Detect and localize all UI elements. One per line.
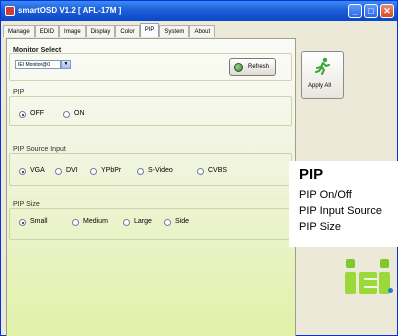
pip-on-radio[interactable] xyxy=(63,111,70,118)
source-cvbs-label: CVBS xyxy=(208,167,228,174)
source-dvi-label: DVI xyxy=(66,167,78,174)
monitor-select-dropdown[interactable]: IEI Monitor@0 xyxy=(15,60,61,69)
pip-size-group-title: PIP Size xyxy=(13,201,40,208)
minimize-icon[interactable]: _ xyxy=(348,4,362,18)
refresh-label: Refresh xyxy=(248,64,270,70)
window-title: smartOSD V1.2 [ AFL-17M ] xyxy=(18,6,122,15)
pip-group xyxy=(9,96,292,126)
tab-color[interactable]: Color xyxy=(115,25,140,37)
maximize-icon[interactable]: □ xyxy=(364,4,378,18)
source-ypbpr-label: YPbPr xyxy=(101,167,122,174)
source-dvi-radio[interactable] xyxy=(55,168,62,175)
source-svideo-radio[interactable] xyxy=(137,168,144,175)
logo-letter-e xyxy=(359,272,377,294)
size-medium-label: Medium xyxy=(83,218,108,225)
refresh-button[interactable]: Refresh xyxy=(229,58,276,76)
tab-edid[interactable]: EDID xyxy=(34,25,60,37)
size-side-label: Side xyxy=(175,218,190,225)
running-man-icon xyxy=(315,57,330,75)
size-small-radio[interactable] xyxy=(19,219,26,226)
chevron-down-icon[interactable]: ▼ xyxy=(61,60,71,69)
close-icon[interactable]: ✕ xyxy=(380,4,394,18)
source-vga-label: VGA xyxy=(30,167,45,174)
size-large-label: Large xyxy=(134,218,152,225)
apply-all-button[interactable]: Apply All xyxy=(301,51,344,99)
pip-source-group-title: PIP Source Input xyxy=(13,146,66,153)
logo-dot-right xyxy=(380,259,389,268)
source-cvbs-radio[interactable] xyxy=(197,168,204,175)
app-icon xyxy=(5,6,15,16)
size-side-radio[interactable] xyxy=(164,219,171,226)
apply-all-label: Apply All xyxy=(308,83,332,89)
refresh-icon xyxy=(234,63,243,72)
pip-group-title: PIP xyxy=(13,89,25,96)
logo-dot-left xyxy=(346,259,355,268)
tab-system[interactable]: System xyxy=(159,25,190,37)
tab-display[interactable]: Display xyxy=(85,25,116,37)
title-bar[interactable]: smartOSD V1.2 [ AFL-17M ] _ □ ✕ xyxy=(1,1,397,21)
info-title: PIP xyxy=(299,166,324,183)
iei-logo xyxy=(345,255,393,294)
source-svideo-label: S-Video xyxy=(148,167,173,174)
tab-manage[interactable]: Manage xyxy=(3,25,35,37)
pip-off-radio[interactable] xyxy=(19,111,26,118)
info-line-input-source: PIP Input Source xyxy=(299,205,382,217)
logo-letter-i-left xyxy=(345,272,356,294)
size-small-label: Small xyxy=(30,218,48,225)
pip-panel xyxy=(6,38,296,336)
pip-off-label: OFF xyxy=(30,110,44,117)
source-ypbpr-radio[interactable] xyxy=(90,168,97,175)
logo-blue-dot xyxy=(388,288,393,293)
info-line-size: PIP Size xyxy=(299,221,341,233)
source-vga-radio[interactable] xyxy=(19,168,26,175)
tab-bar: Manage EDID Image Display Color PIP Syst… xyxy=(3,23,216,38)
size-medium-radio[interactable] xyxy=(72,219,79,226)
info-line-onoff: PIP On/Off xyxy=(299,189,352,201)
size-large-radio[interactable] xyxy=(123,219,130,226)
tab-about[interactable]: About xyxy=(189,25,216,37)
tab-pip[interactable]: PIP xyxy=(139,23,160,37)
pip-on-label: ON xyxy=(74,110,85,117)
tab-image[interactable]: Image xyxy=(59,25,86,37)
